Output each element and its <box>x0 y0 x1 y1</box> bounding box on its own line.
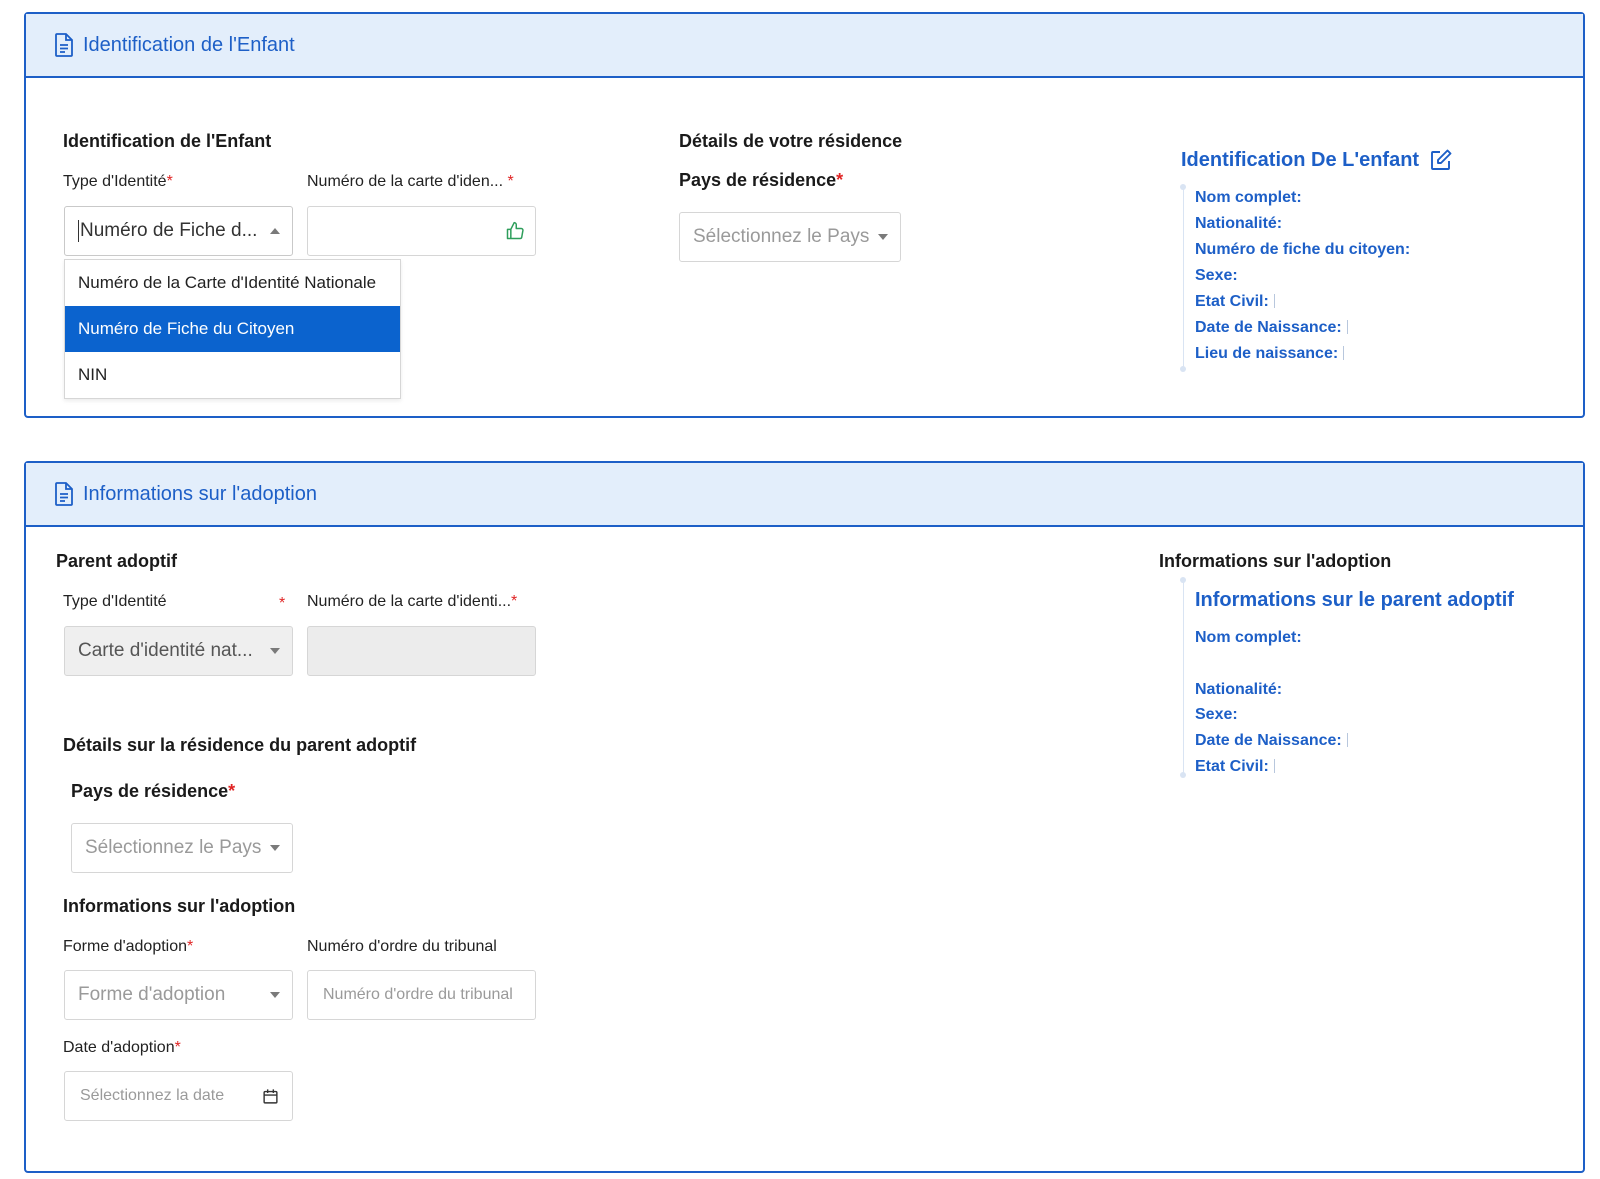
summary-field: Date de Naissance: <box>1195 732 1348 750</box>
summary-heading: Informations sur l'adoption <box>1159 551 1392 571</box>
summary-field: Sexe: <box>1195 706 1238 723</box>
document-icon <box>54 33 74 57</box>
adoption-heading: Informations sur l'adoption <box>63 896 296 916</box>
edit-icon[interactable] <box>1429 148 1453 172</box>
summary-timeline <box>1180 184 1186 372</box>
summary-field: Lieu de naissance: <box>1195 345 1345 363</box>
summary-title: Informations sur le parent adoptif <box>1195 589 1514 611</box>
chevron-down-icon <box>878 234 888 240</box>
tribunal-label: Numéro d'ordre du tribunal <box>307 938 497 955</box>
residence-country-select[interactable]: Sélectionnez le Pays <box>679 212 901 262</box>
text-cursor <box>78 220 79 242</box>
adoption-date-picker[interactable]: Sélectionnez la date <box>64 1071 293 1121</box>
summary-timeline <box>1180 577 1186 778</box>
identity-type-dropdown: Numéro de la Carte d'Identité Nationale … <box>64 259 401 399</box>
parent-heading: Parent adoptif <box>56 551 178 571</box>
calendar-icon <box>262 1088 279 1105</box>
identity-type-select[interactable]: Numéro de Fiche d... <box>64 206 293 256</box>
summary-field: Nationalité: <box>1195 215 1283 232</box>
summary-field: Etat Civil: <box>1195 293 1275 311</box>
card-title: Informations sur l'adoption <box>83 482 317 505</box>
adoption-form-select[interactable]: Forme d'adoption <box>64 970 293 1020</box>
dropdown-option-selected[interactable]: Numéro de Fiche du Citoyen <box>65 306 400 352</box>
parent-identity-type-select[interactable]: Carte d'identité nat... <box>64 626 293 676</box>
summary-field: Nom complet: <box>1195 629 1302 646</box>
adoption-info-card: Informations sur l'adoption Parent adopt… <box>24 461 1585 1173</box>
summary-field: Numéro de fiche du citoyen: <box>1195 241 1411 258</box>
dropdown-option[interactable]: NIN <box>65 352 400 398</box>
form-heading: Identification de l'Enfant <box>63 131 272 151</box>
card-number-label: Numéro de la carte d'identi...* <box>307 593 518 610</box>
card-header: Identification de l'Enfant <box>26 14 1583 78</box>
identity-type-label: Type d'Identité* <box>63 173 173 190</box>
summary-field: Nationalité: <box>1195 681 1283 698</box>
parent-residence-heading: Détails sur la résidence du parent adopt… <box>63 735 417 755</box>
residence-country-label: Pays de résidence* <box>679 170 844 190</box>
child-identification-card: Identification de l'Enfant Identificatio… <box>24 12 1585 418</box>
summary-field: Sexe: <box>1195 267 1238 284</box>
required-mark: * <box>279 595 286 612</box>
chevron-down-icon <box>270 845 280 851</box>
residence-heading: Détails de votre résidence <box>679 131 903 151</box>
chevron-down-icon <box>270 648 280 654</box>
chevron-up-icon <box>270 228 280 234</box>
summary-field: Etat Civil: <box>1195 758 1275 776</box>
card-number-input[interactable] <box>307 206 536 256</box>
tribunal-input[interactable]: Numéro d'ordre du tribunal <box>307 970 536 1020</box>
card-title: Identification de l'Enfant <box>83 33 295 56</box>
summary-field: Date de Naissance: <box>1195 319 1348 337</box>
summary-field: Nom complet: <box>1195 189 1302 206</box>
summary-title: Identification De L'enfant <box>1181 148 1453 172</box>
chevron-down-icon <box>270 992 280 998</box>
parent-residence-country-label: Pays de résidence* <box>71 781 236 801</box>
adoption-date-label: Date d'adoption* <box>63 1039 181 1056</box>
parent-card-number-input[interactable] <box>307 626 536 676</box>
card-header: Informations sur l'adoption <box>26 463 1583 527</box>
dropdown-option[interactable]: Numéro de la Carte d'Identité Nationale <box>65 260 400 306</box>
identity-type-label: Type d'Identité <box>63 593 167 610</box>
thumbs-up-icon <box>505 221 525 241</box>
card-number-label: Numéro de la carte d'iden... * <box>307 173 514 190</box>
parent-residence-country-select[interactable]: Sélectionnez le Pays <box>71 823 293 873</box>
adoption-form-label: Forme d'adoption* <box>63 938 194 955</box>
document-icon <box>54 482 74 506</box>
